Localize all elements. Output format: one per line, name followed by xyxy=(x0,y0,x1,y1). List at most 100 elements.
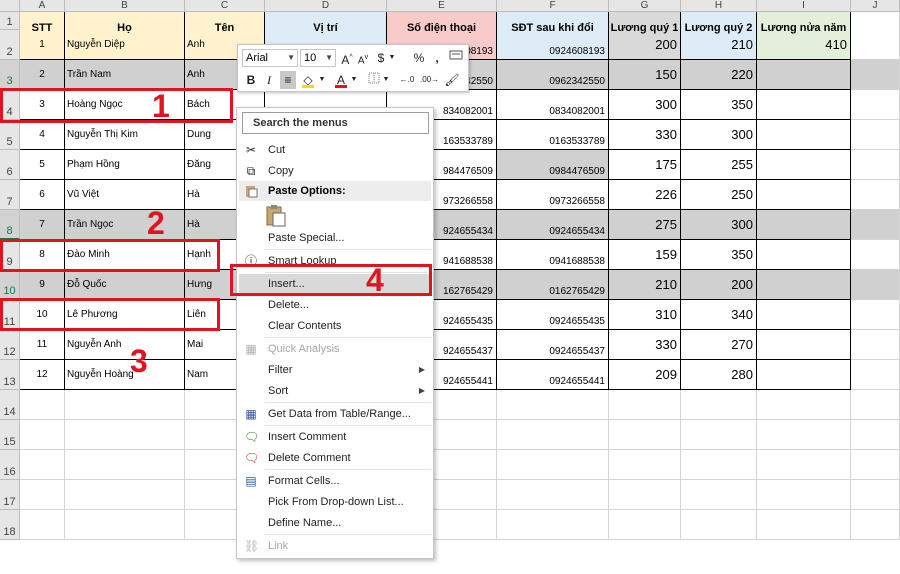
cell-q2[interactable]: 350 xyxy=(681,240,757,270)
empty-cell[interactable] xyxy=(681,480,757,510)
cell-ho[interactable]: Nguyễn Anh xyxy=(65,330,185,360)
cell-q1[interactable]: 200 xyxy=(609,30,681,60)
cell-sdt2[interactable]: 0162765429 xyxy=(497,270,609,300)
column-header-d[interactable]: D xyxy=(265,0,387,12)
empty-cell[interactable] xyxy=(65,420,185,450)
empty-cell[interactable] xyxy=(497,510,609,540)
empty-cell[interactable] xyxy=(609,450,681,480)
cell-sdt2[interactable]: 0163533789 xyxy=(497,120,609,150)
empty-cell[interactable] xyxy=(851,330,900,360)
cell-q2[interactable]: 300 xyxy=(681,120,757,150)
row-header-10[interactable]: 10 xyxy=(0,270,20,300)
empty-cell[interactable] xyxy=(851,360,900,390)
row-header-17[interactable]: 17 xyxy=(0,480,20,510)
cell-half[interactable] xyxy=(757,180,851,210)
column-header-b[interactable]: B xyxy=(65,0,185,12)
column-header-c[interactable]: C xyxy=(185,0,265,12)
column-header-f[interactable]: F xyxy=(497,0,609,12)
cell-q2[interactable]: 220 xyxy=(681,60,757,90)
row-header-6[interactable]: 6 xyxy=(0,150,20,180)
menu-item-insert-comment[interactable]: 🗨 Insert Comment xyxy=(239,427,431,447)
currency-button[interactable]: $ xyxy=(374,49,388,67)
empty-cell[interactable] xyxy=(65,480,185,510)
menu-item-cut[interactable]: ✂ Cut xyxy=(239,140,431,160)
row-header-7[interactable]: 7 xyxy=(0,180,20,210)
empty-cell[interactable] xyxy=(851,240,900,270)
cell-sdt2[interactable]: 0924655437 xyxy=(497,330,609,360)
empty-cell[interactable] xyxy=(20,480,65,510)
cell-sdt2[interactable]: 0962342550 xyxy=(497,60,609,90)
cell-q2[interactable]: 280 xyxy=(681,360,757,390)
empty-cell[interactable] xyxy=(851,510,900,540)
percent-button[interactable]: % xyxy=(412,49,426,67)
increase-decimal-icon[interactable]: ←.0 xyxy=(398,71,416,89)
column-header-j[interactable]: J xyxy=(851,0,900,12)
cell-stt[interactable]: 9 xyxy=(20,270,65,300)
column-header-e[interactable]: E xyxy=(387,0,497,12)
empty-cell[interactable] xyxy=(851,30,900,60)
column-header-h[interactable]: H xyxy=(681,0,757,12)
cell-stt[interactable]: 6 xyxy=(20,180,65,210)
cell-half[interactable]: 410 xyxy=(757,30,851,60)
cell-stt[interactable]: 4 xyxy=(20,120,65,150)
empty-cell[interactable] xyxy=(65,390,185,420)
paste-clipboard-icon[interactable] xyxy=(265,204,287,228)
empty-cell[interactable] xyxy=(497,450,609,480)
decrease-font-icon[interactable]: Av xyxy=(356,49,370,67)
empty-cell[interactable] xyxy=(609,480,681,510)
cell-q1[interactable]: 330 xyxy=(609,330,681,360)
cell-q1[interactable]: 159 xyxy=(609,240,681,270)
row-header-14[interactable]: 14 xyxy=(0,390,20,420)
cell-q2[interactable]: 255 xyxy=(681,150,757,180)
chevron-down-icon[interactable]: ▼ xyxy=(318,71,326,89)
empty-cell[interactable] xyxy=(851,390,900,420)
cell-stt[interactable]: 12 xyxy=(20,360,65,390)
menu-item-link[interactable]: ⛓ Link xyxy=(239,536,431,556)
cell-q1[interactable]: 150 xyxy=(609,60,681,90)
brush-icon[interactable]: 🖌 xyxy=(444,71,460,89)
empty-cell[interactable] xyxy=(851,300,900,330)
empty-cell[interactable] xyxy=(20,420,65,450)
cell-half[interactable] xyxy=(757,90,851,120)
cell-q2[interactable]: 200 xyxy=(681,270,757,300)
empty-cell[interactable] xyxy=(757,420,851,450)
cell-stt[interactable]: 11 xyxy=(20,330,65,360)
cell-q2[interactable]: 350 xyxy=(681,90,757,120)
cell-q2[interactable]: 300 xyxy=(681,210,757,240)
cell-half[interactable] xyxy=(757,150,851,180)
row-header-1[interactable]: 1 xyxy=(0,12,20,30)
menu-item-sort[interactable]: Sort ▶ xyxy=(239,381,431,401)
cell-q1[interactable]: 275 xyxy=(609,210,681,240)
empty-cell[interactable] xyxy=(757,480,851,510)
empty-cell[interactable] xyxy=(851,180,900,210)
cell-stt[interactable]: 1 xyxy=(20,30,65,60)
cell-q1[interactable]: 210 xyxy=(609,270,681,300)
cell-ho[interactable]: Trần Ngọc xyxy=(65,210,185,240)
cell-q1[interactable]: 330 xyxy=(609,120,681,150)
cell-ho[interactable]: Phạm Hồng xyxy=(65,150,185,180)
cell-half[interactable] xyxy=(757,300,851,330)
cell-stt[interactable]: 2 xyxy=(20,60,65,90)
select-all-corner[interactable] xyxy=(0,0,20,12)
empty-cell[interactable] xyxy=(851,450,900,480)
decrease-decimal-icon[interactable]: .00→ xyxy=(420,71,439,89)
empty-cell[interactable] xyxy=(681,420,757,450)
cell-stt[interactable]: 7 xyxy=(20,210,65,240)
column-header-a[interactable]: A xyxy=(20,0,65,12)
row-header-13[interactable]: 13 xyxy=(0,360,20,390)
menu-item-delete-comment[interactable]: 🗨 Delete Comment xyxy=(239,448,431,468)
cell-half[interactable] xyxy=(757,120,851,150)
cell-half[interactable] xyxy=(757,60,851,90)
cell-q1[interactable]: 209 xyxy=(609,360,681,390)
empty-cell[interactable] xyxy=(757,450,851,480)
cell-sdt2[interactable]: 0973266558 xyxy=(497,180,609,210)
empty-cell[interactable] xyxy=(497,390,609,420)
cell-ho[interactable]: Trần Nam xyxy=(65,60,185,90)
menu-item-quick-analysis[interactable]: ▦ Quick Analysis xyxy=(239,339,431,359)
chevron-down-icon[interactable]: ▼ xyxy=(388,49,396,67)
cell-half[interactable] xyxy=(757,210,851,240)
menu-item-pick-list[interactable]: Pick From Drop-down List... xyxy=(239,492,431,512)
row-header-5[interactable]: 5 xyxy=(0,120,20,150)
align-center-icon[interactable]: ≡ xyxy=(280,71,296,89)
row-header-3[interactable]: 3 xyxy=(0,60,20,90)
